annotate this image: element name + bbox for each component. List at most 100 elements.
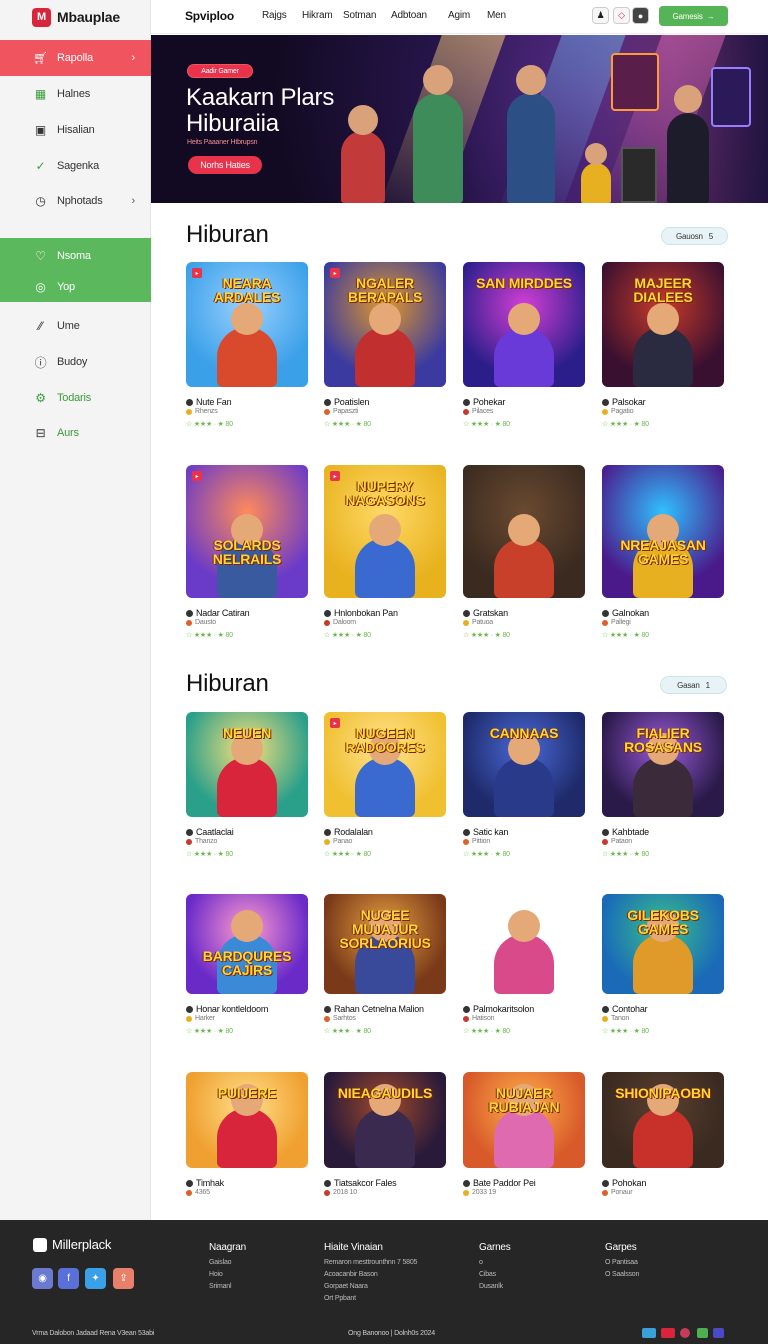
footer-link[interactable]: O Pantisaa	[605, 1257, 639, 1269]
game-card[interactable]: SHIONIPAOBN Pohokan Ponaur	[602, 1072, 724, 1218]
game-card[interactable]: PUIJERE Timhak 4365	[186, 1072, 308, 1218]
game-card[interactable]: ▸ NEARA ARDALES Nute Fan Rhenzs ☆ ★★★ · ★ 80	[186, 262, 308, 437]
footer-link[interactable]: o	[479, 1257, 511, 1269]
game-thumbnail[interactable]: ▸ NUPERY NAGASONS	[324, 465, 446, 598]
game-card[interactable]: NIEAGAUDILS Tiatsakcor Fales 2018 10	[324, 1072, 446, 1218]
game-thumbnail[interactable]: NEUEN	[186, 712, 308, 817]
hero-cta-button[interactable]: Norhs Haties	[188, 156, 262, 174]
game-name[interactable]: Satic kan	[463, 827, 508, 837]
game-name[interactable]: Timhak	[186, 1178, 224, 1188]
nav-link[interactable]: Men	[487, 10, 506, 21]
instagram-icon[interactable]: ◉	[32, 1268, 53, 1289]
sidebar-item-rapolla[interactable]: 🛒︎ Rapolla ›	[0, 40, 151, 76]
game-name[interactable]: Galnokan	[602, 608, 649, 618]
game-name[interactable]: Nadar Catiran	[186, 608, 250, 618]
sidebar-item-todaris[interactable]: ⚙ Todaris	[0, 380, 151, 416]
footer-link[interactable]: Srimanl	[209, 1281, 246, 1293]
twitter-icon[interactable]: ✦	[85, 1268, 106, 1289]
bag-icon[interactable]: ◇	[613, 7, 630, 24]
game-thumbnail[interactable]: ▸ NUGEEN RADOORES	[324, 712, 446, 817]
sidebar-item-sagenka[interactable]: ✓ Sagenka	[0, 148, 151, 184]
footer-link[interactable]: Dusanlk	[479, 1281, 511, 1293]
game-card[interactable]: NUJAER RUBIAJAN Bate Paddor Pei 2033 19	[463, 1072, 585, 1218]
sidebar-item-ume[interactable]: ⁄⁄ Ume	[0, 308, 151, 344]
camera-icon[interactable]: ●	[632, 7, 649, 24]
nav-link[interactable]: Agim	[448, 10, 470, 21]
game-thumbnail[interactable]: BARDQURES CAJIRS	[186, 894, 308, 994]
user-icon[interactable]: ♟	[592, 7, 609, 24]
game-thumbnail[interactable]: GILEKOBS GAMES	[602, 894, 724, 994]
sidebar-item-nphotads[interactable]: ◷ Nphotads ›	[0, 183, 151, 219]
game-thumbnail[interactable]: ▸ SOLARDS NELRAILS	[186, 465, 308, 598]
footer-logo[interactable]: Millerplack	[33, 1237, 111, 1252]
section-filter-pill[interactable]: Gauosn 5	[661, 227, 728, 245]
game-thumbnail[interactable]: SHIONIPAOBN	[602, 1072, 724, 1168]
game-thumbnail[interactable]: NUGEE MUJAJUR SORLAORIUS	[324, 894, 446, 994]
nav-link[interactable]: Sotman	[343, 10, 376, 21]
game-card[interactable]: SAN MIRDDES Pohekar Pilaces ☆ ★★★ · ★ 80	[463, 262, 585, 437]
game-name[interactable]: Kahbtade	[602, 827, 649, 837]
game-name[interactable]: Palsokar	[602, 397, 646, 407]
game-card[interactable]: FIALIER ROSASANS Kahbtade Pataon ☆ ★★★ · ★ …	[602, 712, 724, 867]
share-icon[interactable]: ⇪	[113, 1268, 134, 1289]
game-name[interactable]: Nute Fan	[186, 397, 232, 407]
game-thumbnail[interactable]: NREAJASAN GAMES	[602, 465, 724, 598]
footer-link[interactable]: O Saalsson	[605, 1269, 639, 1281]
game-thumbnail[interactable]: ▸ NGALER BERAPALS	[324, 262, 446, 387]
footer-link[interactable]: Gorpaet Naara	[324, 1281, 417, 1293]
facebook-icon[interactable]: f	[58, 1268, 79, 1289]
app-logo[interactable]: M Mbauplae	[32, 6, 120, 28]
games-button[interactable]: Gamesis →	[659, 6, 728, 26]
game-name[interactable]: Rahan Cetnelna Malion	[324, 1004, 424, 1014]
game-card[interactable]: ▸ NUGEEN RADOORES Rodalalan Panao ☆ ★★★ · ★ …	[324, 712, 446, 867]
game-card[interactable]: BARDQURES CAJIRS Honar kontleldoom Harker ☆…	[186, 894, 308, 1044]
game-name[interactable]: Hnlonbokan Pan	[324, 608, 398, 618]
game-card[interactable]: MAJEER DIALEES Palsokar Pagatio ☆ ★★★ · ★ 8…	[602, 262, 724, 437]
nav-brand[interactable]: Spviploo	[185, 9, 234, 23]
game-name[interactable]: Contohar	[602, 1004, 648, 1014]
game-name[interactable]: Poatislen	[324, 397, 369, 407]
game-name[interactable]: Bate Paddor Pei	[463, 1178, 536, 1188]
game-card[interactable]: NUGEE MUJAJUR SORLAORIUS Rahan Cetnelna M…	[324, 894, 446, 1044]
sidebar-item-yop[interactable]: ◎ Yop	[0, 272, 151, 302]
game-card[interactable]: ▸ SOLARDS NELRAILS Nadar Catiran Dausto ☆ ★★…	[186, 465, 308, 648]
game-thumbnail[interactable]: CANNAAS	[463, 712, 585, 817]
game-name[interactable]: Rodalalan	[324, 827, 373, 837]
game-card[interactable]: Palmokaritsolon Hatison ☆ ★★★ · ★ 80	[463, 894, 585, 1044]
game-thumbnail[interactable]: NUJAER RUBIAJAN	[463, 1072, 585, 1168]
sidebar-item-aurs[interactable]: ⊟ Aurs	[0, 415, 151, 451]
game-name[interactable]: Pohokan	[602, 1178, 646, 1188]
nav-link[interactable]: Hikram	[302, 10, 333, 21]
game-name[interactable]: Palmokaritsolon	[463, 1004, 534, 1014]
game-thumbnail[interactable]: NIEAGAUDILS	[324, 1072, 446, 1168]
section-filter-pill[interactable]: Gasan 1	[660, 676, 727, 694]
game-thumbnail[interactable]	[463, 894, 585, 994]
nav-link[interactable]: Adbtoan	[391, 10, 427, 21]
footer-link[interactable]: Remaron mesttrounthnn 7 5805	[324, 1257, 417, 1269]
game-thumbnail[interactable]: PUIJERE	[186, 1072, 308, 1168]
game-card[interactable]: ▸ NUPERY NAGASONS Hnlonbokan Pan Daloom ☆ ★★…	[324, 465, 446, 648]
game-thumbnail[interactable]	[463, 465, 585, 598]
game-card[interactable]: NEUEN Caatlaclai Thanzo ☆ ★★★ · ★ 80	[186, 712, 308, 867]
game-name[interactable]: Pohekar	[463, 397, 505, 407]
sidebar-item-halnes[interactable]: ▦ Halnes	[0, 76, 151, 112]
game-thumbnail[interactable]: FIALIER ROSASANS	[602, 712, 724, 817]
sidebar-item-budoy[interactable]: ⓘ Budoy	[0, 344, 151, 380]
sidebar-item-nsoma[interactable]: ♡ Nsoma	[0, 238, 151, 274]
footer-link[interactable]: Ort Ppbant	[324, 1293, 417, 1305]
game-card[interactable]: ▸ NGALER BERAPALS Poatislen Papaszti ☆ ★★★ ·…	[324, 262, 446, 437]
game-card[interactable]: Gratskan Patuoa ☆ ★★★ · ★ 80	[463, 465, 585, 648]
nav-link[interactable]: Rajgs	[262, 10, 287, 21]
game-name[interactable]: Honar kontleldoom	[186, 1004, 268, 1014]
game-thumbnail[interactable]: ▸ NEARA ARDALES	[186, 262, 308, 387]
game-name[interactable]: Caatlaclai	[186, 827, 234, 837]
footer-link[interactable]: Cibas	[479, 1269, 511, 1281]
game-card[interactable]: GILEKOBS GAMES Contohar Tanon ☆ ★★★ · ★ 80	[602, 894, 724, 1044]
game-card[interactable]: CANNAAS Satic kan Pittion ☆ ★★★ · ★ 80	[463, 712, 585, 867]
footer-link[interactable]: Gaislao	[209, 1257, 246, 1269]
game-card[interactable]: NREAJASAN GAMES Galnokan Pallegi ☆ ★★★ · ★ …	[602, 465, 724, 648]
game-name[interactable]: Tiatsakcor Fales	[324, 1178, 397, 1188]
game-thumbnail[interactable]: MAJEER DIALEES	[602, 262, 724, 387]
sidebar-item-hisalian[interactable]: ▣ Hisalian	[0, 112, 151, 148]
footer-link[interactable]: Acoacanbir Bason	[324, 1269, 417, 1281]
